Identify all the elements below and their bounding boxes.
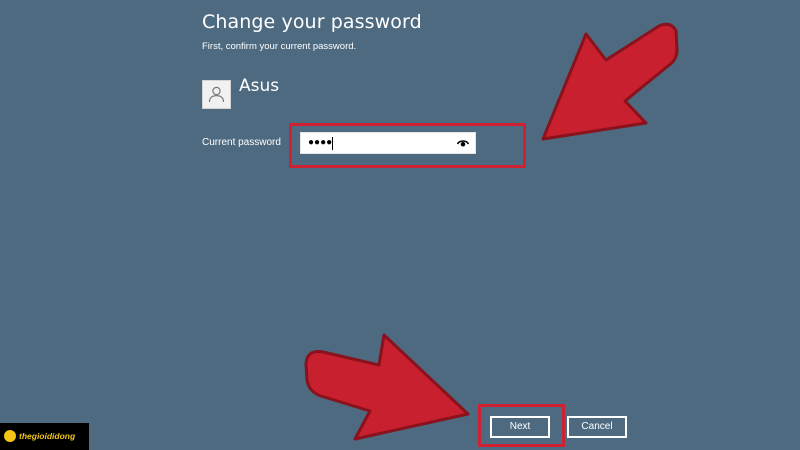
text-caret bbox=[332, 137, 333, 150]
username: Asus bbox=[239, 76, 280, 96]
brand-logo-icon bbox=[4, 430, 16, 442]
avatar bbox=[202, 80, 231, 109]
page-subtitle: First, confirm your current password. bbox=[202, 41, 357, 52]
cancel-button[interactable]: Cancel bbox=[567, 416, 627, 438]
page-title: Change your password bbox=[202, 11, 422, 33]
next-button[interactable]: Next bbox=[490, 416, 550, 438]
brand-text: thegioididong bbox=[19, 431, 76, 441]
eye-icon[interactable] bbox=[457, 138, 469, 148]
current-password-input[interactable]: ●●●● bbox=[300, 132, 476, 154]
brand-watermark: thegioididong bbox=[0, 423, 89, 450]
current-password-label: Current password bbox=[202, 137, 281, 148]
user-silhouette-icon bbox=[208, 86, 225, 103]
password-mask: ●●●● bbox=[308, 137, 333, 148]
change-password-dialog: Change your password First, confirm your… bbox=[0, 0, 800, 450]
